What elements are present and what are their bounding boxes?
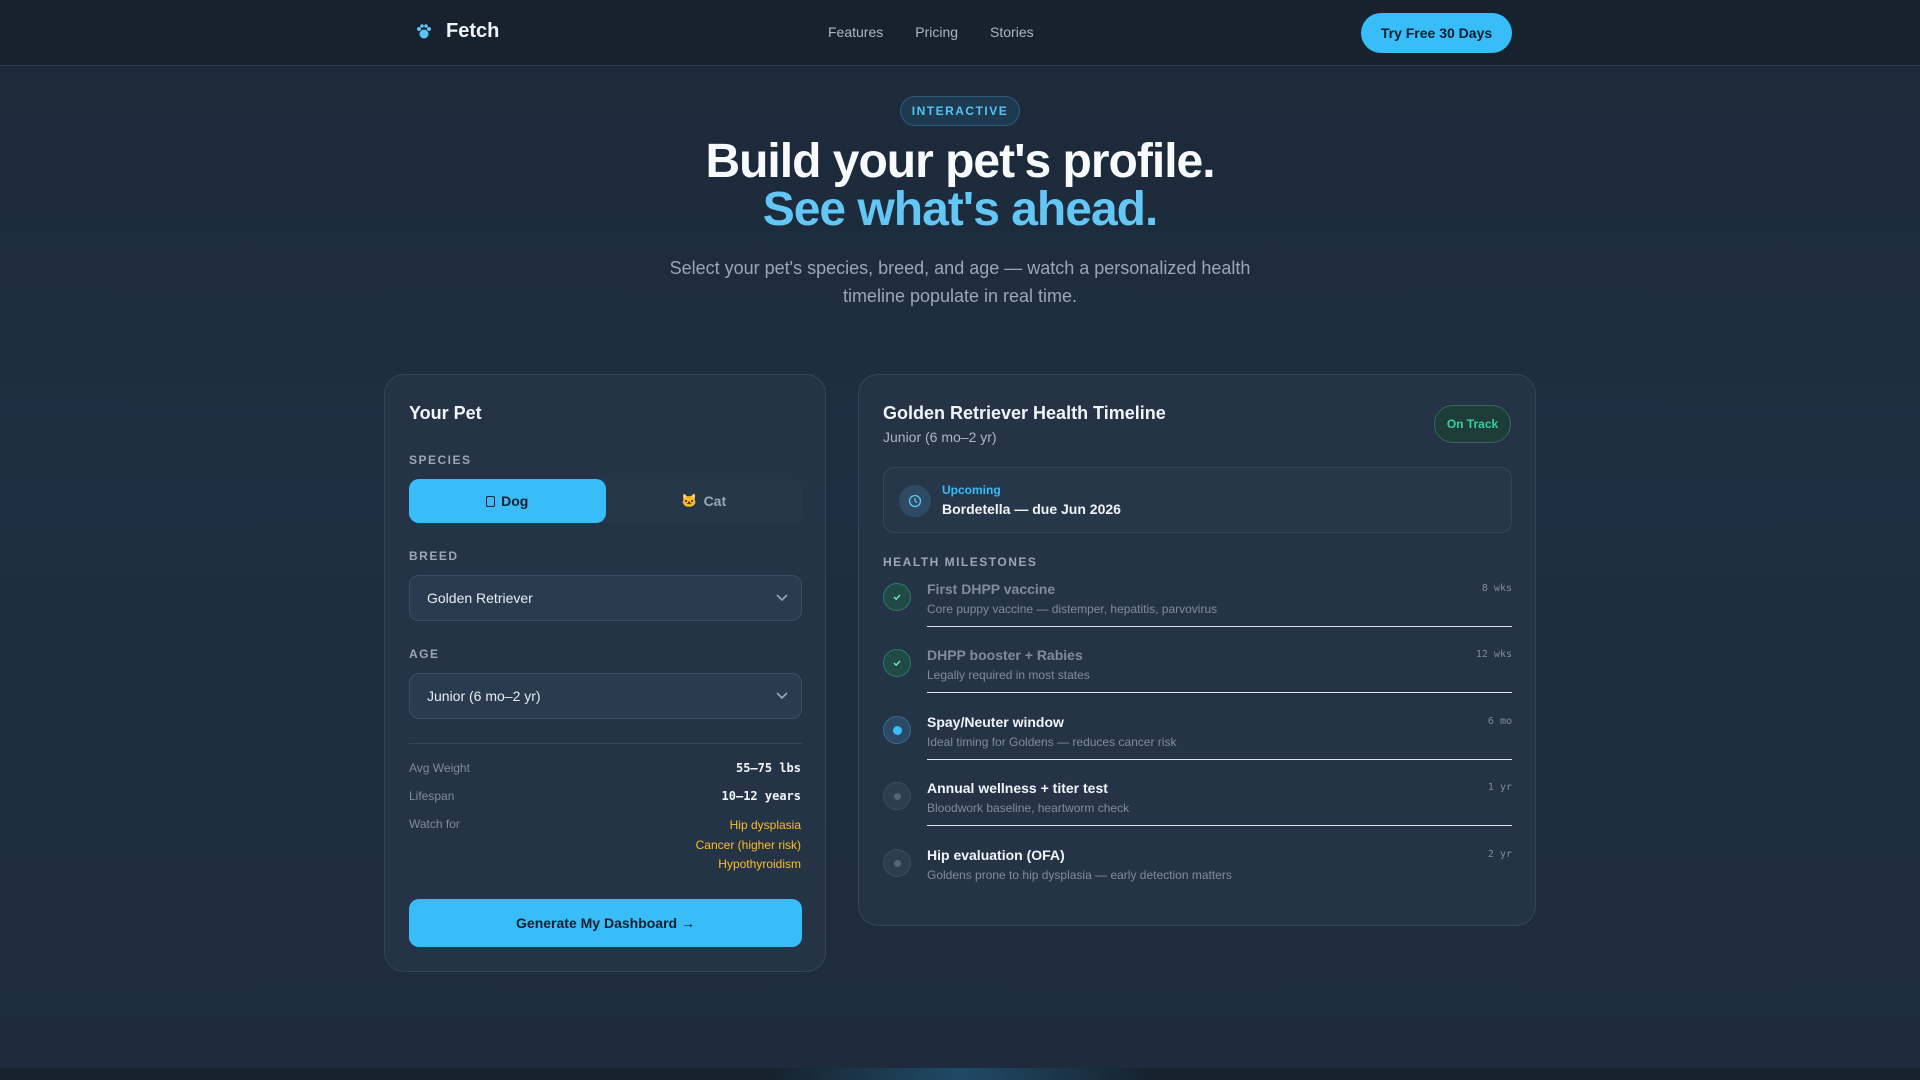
watch-for-label: Watch for xyxy=(409,817,460,831)
timeline-title: Golden Retriever Health Timeline xyxy=(883,403,1166,423)
species-option-cat[interactable]: 🐱 Cat xyxy=(606,479,803,523)
milestone-desc: Core puppy vaccine — distemper, hepatiti… xyxy=(927,602,1218,616)
age-select[interactable]: Junior (6 mo–2 yr) xyxy=(409,673,802,719)
breed-label: BREED xyxy=(409,549,459,563)
try-free-button[interactable]: Try Free 30 Days xyxy=(1361,13,1512,53)
brand-name: Fetch xyxy=(446,20,500,42)
milestone-item: Hip evaluation (OFA) Goldens prone to hi… xyxy=(883,847,1512,913)
milestones-label: HEALTH MILESTONES xyxy=(883,555,1038,569)
milestone-desc: Legally required in most states xyxy=(927,668,1090,682)
milestone-desc: Bloodwork baseline, heartworm check xyxy=(927,801,1130,815)
lifespan-label: Lifespan xyxy=(409,789,455,803)
species-toggle: Dog 🐱 Cat xyxy=(409,479,802,523)
pet-profile-card: Your Pet SPECIES Dog 🐱 Cat BREED Golden … xyxy=(384,374,826,972)
interactive-badge: INTERACTIVE xyxy=(900,96,1020,126)
milestone-divider xyxy=(927,626,1512,627)
age-value: Junior (6 mo–2 yr) xyxy=(427,688,541,704)
status-badge: On Track xyxy=(1434,405,1511,443)
avg-weight-label: Avg Weight xyxy=(409,761,470,775)
paw-logo-icon xyxy=(414,22,434,42)
milestone-title: First DHPP vaccine xyxy=(927,581,1056,597)
milestone-item: Annual wellness + titer test Bloodwork b… xyxy=(883,780,1512,846)
species-cat-label: Cat xyxy=(703,493,727,509)
milestone-title: Hip evaluation (OFA) xyxy=(927,847,1065,863)
stats-divider xyxy=(409,743,802,744)
age-label: AGE xyxy=(409,647,440,661)
milestone-desc: Ideal timing for Goldens — reduces cance… xyxy=(927,735,1177,749)
brand[interactable]: Fetch xyxy=(414,20,499,43)
health-timeline-card: Golden Retriever Health Timeline Junior … xyxy=(858,374,1536,926)
milestone-title: Annual wellness + titer test xyxy=(927,780,1108,796)
species-dog-label: Dog xyxy=(501,493,529,509)
chevron-down-icon xyxy=(775,590,789,607)
milestone-divider xyxy=(927,692,1512,693)
upcoming-text: Bordetella — due Jun 2026 xyxy=(942,501,1121,517)
clock-icon xyxy=(899,485,931,517)
species-option-dog[interactable]: Dog xyxy=(409,479,606,523)
lifespan-value: 10–12 years xyxy=(721,789,801,803)
pet-card-title: Your Pet xyxy=(409,403,482,423)
milestone-when: 2 yr xyxy=(1487,849,1512,860)
hero-title-accent: See what's ahead. xyxy=(762,183,1159,236)
milestone-when: 1 yr xyxy=(1487,782,1512,793)
nav-links: Features Pricing Stories xyxy=(828,24,1034,40)
pending-dot-icon xyxy=(883,782,911,810)
chevron-down-icon xyxy=(775,688,789,705)
upcoming-tag: Upcoming xyxy=(942,483,1001,497)
check-icon xyxy=(883,649,911,677)
milestone-when: 6 mo xyxy=(1487,716,1512,727)
check-icon xyxy=(883,583,911,611)
milestone-when: 8 wks xyxy=(1481,583,1512,594)
milestone-item: DHPP booster + Rabies Legally required i… xyxy=(883,647,1512,713)
current-dot-icon xyxy=(883,716,911,744)
nav-link-features[interactable]: Features xyxy=(828,24,883,40)
dog-icon xyxy=(486,495,496,507)
generate-dashboard-button[interactable]: Generate My Dashboard → xyxy=(409,899,802,947)
milestone-divider xyxy=(927,759,1512,760)
timeline-subtitle: Junior (6 mo–2 yr) xyxy=(883,429,997,445)
nav-link-pricing[interactable]: Pricing xyxy=(915,24,958,40)
risk-item: Hip dysplasia xyxy=(729,818,801,832)
nav-link-stories[interactable]: Stories xyxy=(990,24,1034,40)
risk-item: Cancer (higher risk) xyxy=(695,838,801,852)
milestone-item: Spay/Neuter window Ideal timing for Gold… xyxy=(883,714,1512,780)
milestone-title: DHPP booster + Rabies xyxy=(927,647,1083,663)
pending-dot-icon xyxy=(883,849,911,877)
top-nav: Fetch Features Pricing Stories Try Free … xyxy=(0,0,1920,66)
avg-weight-value: 55–75 lbs xyxy=(735,761,801,775)
breed-value: Golden Retriever xyxy=(427,590,533,606)
milestone-title: Spay/Neuter window xyxy=(927,714,1064,730)
milestone-when: 12 wks xyxy=(1475,649,1512,660)
species-label: SPECIES xyxy=(409,453,472,467)
hero-title: Build your pet's profile. xyxy=(705,135,1215,188)
breed-select[interactable]: Golden Retriever xyxy=(409,575,802,621)
milestone-desc: Goldens prone to hip dysplasia — early d… xyxy=(927,868,1232,882)
milestone-item: First DHPP vaccine Core puppy vaccine — … xyxy=(883,581,1512,647)
cat-icon: 🐱 xyxy=(681,493,698,508)
risk-item: Hypothyroidism xyxy=(718,857,801,871)
hero-subtitle: Select your pet's species, breed, and ag… xyxy=(669,258,1251,306)
upcoming-alert: Upcoming Bordetella — due Jun 2026 xyxy=(883,467,1512,533)
footer-strip xyxy=(0,1068,1920,1080)
milestone-divider xyxy=(927,825,1512,826)
